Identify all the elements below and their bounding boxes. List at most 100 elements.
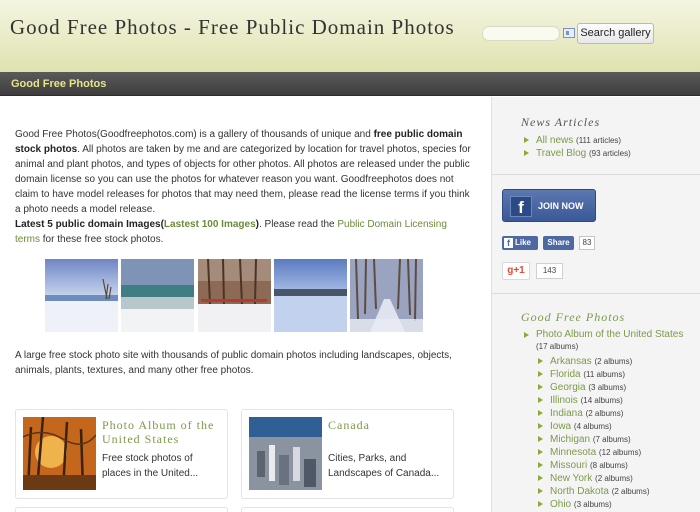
intro-text: Good Free Photos(Goodfreephotos.com) is … xyxy=(15,127,473,247)
album-card-canada[interactable]: Canada Cities, Parks, and Landscapes of … xyxy=(241,409,454,499)
news-item-travel-blog[interactable]: Travel Blog (93 articles) xyxy=(524,147,631,160)
state-label[interactable]: Ohio xyxy=(550,499,571,510)
news-item-label[interactable]: Travel Blog xyxy=(536,148,586,159)
google-plus-button[interactable]: g+1 xyxy=(502,262,530,280)
state-count: (14 albums) xyxy=(580,396,623,405)
search-gallery-button[interactable]: Search gallery xyxy=(577,23,654,44)
news-item-count: (111 articles) xyxy=(576,136,622,145)
state-count: (2 albums) xyxy=(611,487,650,496)
photo-thumbnail[interactable] xyxy=(45,259,118,332)
album-description: Cities, Parks, and Landscapes of Canada.… xyxy=(328,453,440,479)
state-label[interactable]: Florida xyxy=(550,369,581,380)
state-item[interactable]: Florida (11 albums) xyxy=(538,368,650,381)
state-label[interactable]: Illinois xyxy=(550,395,578,406)
album-title[interactable]: Canada xyxy=(328,418,452,432)
news-list: All news (111 articles) Travel Blog (93 … xyxy=(524,134,631,160)
album-title[interactable]: Photo Album of the United States xyxy=(102,418,226,446)
bullet-arrow-icon xyxy=(538,488,543,494)
album-card-partial[interactable] xyxy=(15,507,228,512)
latest-tail: for these free stock photos. xyxy=(40,234,164,245)
state-label[interactable]: Iowa xyxy=(550,421,571,432)
news-item-label[interactable]: All news xyxy=(536,135,573,146)
state-item[interactable]: Arkansas (2 albums) xyxy=(538,355,650,368)
state-item[interactable]: Ohio (3 albums) xyxy=(538,498,650,511)
bullet-arrow-icon xyxy=(538,475,543,481)
photo-thumbnail[interactable] xyxy=(350,259,423,332)
state-count: (3 albums) xyxy=(588,383,627,392)
state-album-list: Arkansas (2 albums) Florida (11 albums) … xyxy=(538,355,650,511)
state-item[interactable]: North Dakota (2 albums) xyxy=(538,485,650,498)
search-field-icon xyxy=(563,28,575,38)
bullet-arrow-icon xyxy=(538,410,543,416)
bullet-arrow-icon xyxy=(524,332,529,338)
news-articles-heading: News Articles xyxy=(521,115,601,129)
state-item[interactable]: New York (2 albums) xyxy=(538,472,650,485)
site-header: Good Free Photos - Free Public Domain Ph… xyxy=(0,0,700,72)
bullet-arrow-icon xyxy=(538,501,543,507)
album-link-united-states[interactable]: Photo Album of the United States (17 alb… xyxy=(524,329,694,353)
facebook-like-button[interactable]: f Like xyxy=(502,236,538,250)
album-link-count: (17 albums) xyxy=(536,342,579,351)
state-count: (7 albums) xyxy=(592,435,631,444)
state-count: (2 albums) xyxy=(595,474,633,483)
facebook-join-button[interactable]: f JOIN NOW xyxy=(502,189,596,222)
news-item-count: (93 articles) xyxy=(589,149,631,158)
album-link-label[interactable]: Photo Album of the United States xyxy=(536,329,683,340)
facebook-share-button[interactable]: Share xyxy=(543,236,574,250)
bullet-arrow-icon xyxy=(524,137,529,143)
photo-thumbnail[interactable] xyxy=(121,259,194,332)
sidebar-divider xyxy=(492,174,700,175)
photo-thumbnail[interactable] xyxy=(274,259,347,332)
state-label[interactable]: Arkansas xyxy=(550,356,592,367)
state-item[interactable]: Georgia (3 albums) xyxy=(538,381,650,394)
state-label[interactable]: Missouri xyxy=(550,460,587,471)
bullet-arrow-icon xyxy=(538,371,543,377)
bullet-arrow-icon xyxy=(538,462,543,468)
state-count: (3 albums) xyxy=(573,500,612,509)
good-free-photos-heading: Good Free Photos xyxy=(521,310,626,324)
state-count: (2 albums) xyxy=(585,409,624,418)
state-label[interactable]: Georgia xyxy=(550,382,586,393)
album-card-united-states[interactable]: Photo Album of the United States Free st… xyxy=(15,409,228,499)
album-thumbnail[interactable] xyxy=(23,417,96,490)
share-count: 83 xyxy=(579,236,595,250)
state-item[interactable]: Minnesota (12 albums) xyxy=(538,446,650,459)
state-label[interactable]: Indiana xyxy=(550,408,583,419)
album-description: Free stock photos of places in the Unite… xyxy=(102,453,199,479)
state-item[interactable]: Michigan (7 albums) xyxy=(538,433,650,446)
state-label[interactable]: Michigan xyxy=(550,434,590,445)
state-item[interactable]: Iowa (4 albums) xyxy=(538,420,650,433)
like-label: Like xyxy=(515,238,532,247)
join-label: JOIN NOW xyxy=(538,201,584,211)
album-card-partial[interactable] xyxy=(241,507,454,512)
state-label[interactable]: North Dakota xyxy=(550,486,609,497)
state-item[interactable]: Indiana (2 albums) xyxy=(538,407,650,420)
state-label[interactable]: New York xyxy=(550,473,592,484)
latest-heading: Latest 5 public domain Images( xyxy=(15,219,164,230)
site-title[interactable]: Good Free Photos - Free Public Domain Ph… xyxy=(10,15,455,40)
nav-bar: Good Free Photos xyxy=(0,72,700,96)
nav-brand-link[interactable]: Good Free Photos xyxy=(11,78,106,90)
facebook-mini-icon: f xyxy=(504,238,513,248)
sidebar-divider xyxy=(492,293,700,294)
site-tagline: A large free stock photo site with thous… xyxy=(15,350,452,376)
photo-thumbnail[interactable] xyxy=(198,259,271,332)
intro-text-part: . All photos are taken by me and are cat… xyxy=(15,144,471,215)
news-item-all-news[interactable]: All news (111 articles) xyxy=(524,134,631,147)
search-input[interactable] xyxy=(482,26,560,41)
state-label[interactable]: Minnesota xyxy=(550,447,596,458)
latest-text: . Please read the xyxy=(258,219,338,230)
state-item[interactable]: Missouri (8 albums) xyxy=(538,459,650,472)
latest-100-link[interactable]: Lastest 100 Images xyxy=(164,219,256,230)
album-thumbnail[interactable] xyxy=(249,417,322,490)
bullet-arrow-icon xyxy=(538,423,543,429)
bullet-arrow-icon xyxy=(524,150,529,156)
state-count: (8 albums) xyxy=(590,461,628,470)
bullet-arrow-icon xyxy=(538,397,543,403)
state-item[interactable]: Illinois (14 albums) xyxy=(538,394,650,407)
state-count: (2 albums) xyxy=(594,357,633,366)
sidebar: News Articles All news (111 articles) Tr… xyxy=(491,97,700,512)
state-count: (11 albums) xyxy=(583,370,626,379)
facebook-icon: f xyxy=(510,196,532,217)
state-count: (4 albums) xyxy=(573,422,612,431)
